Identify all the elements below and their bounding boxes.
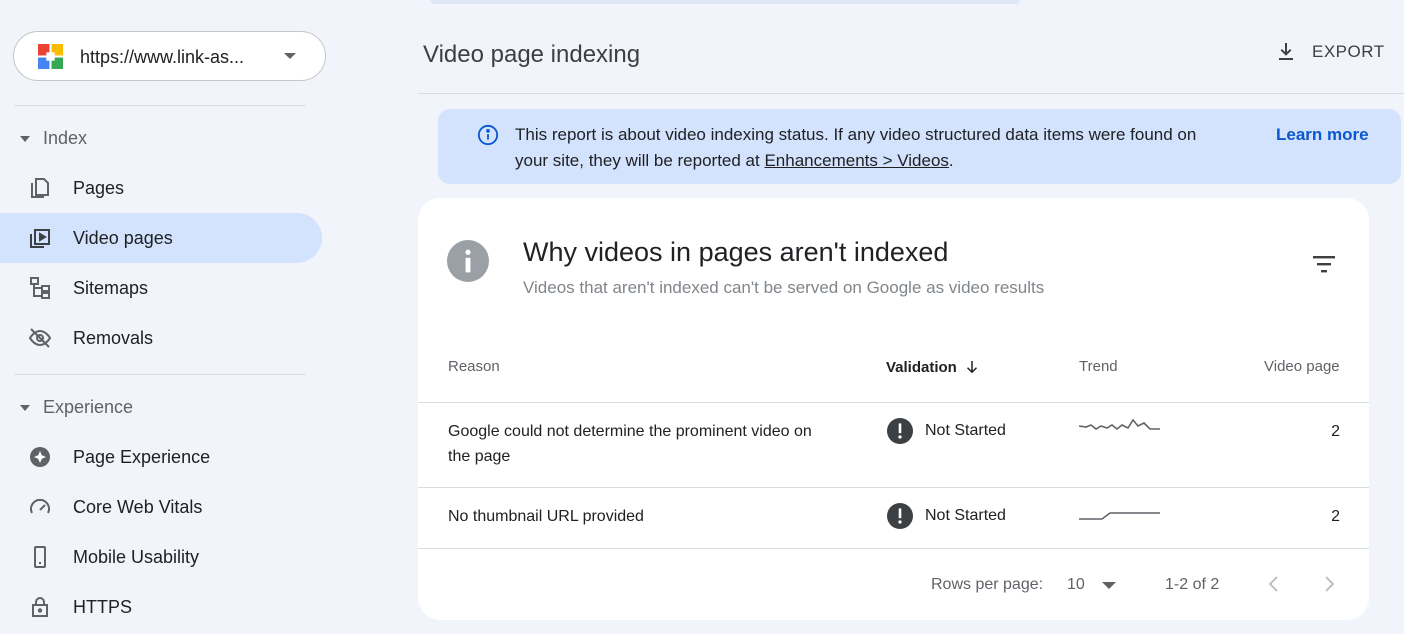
sidebar-item-label: HTTPS [73, 597, 133, 617]
trend-sparkline [1078, 418, 1160, 431]
sitemaps-icon [30, 277, 50, 299]
row-divider [418, 402, 1369, 403]
property-url: https://www.link-as... [80, 47, 245, 67]
not-indexed-reasons-card: Why videos in pages aren't indexed Video… [418, 198, 1369, 620]
sidebar-item-video-pages[interactable]: Video pages [0, 213, 322, 263]
validation-header-label: Validation [886, 358, 957, 376]
sidebar-item-https[interactable]: HTTPS [0, 582, 322, 632]
column-header-trend[interactable]: Trend [1079, 358, 1118, 375]
top-scroll-edge [430, 0, 1020, 4]
sort-arrow-down-icon [966, 361, 977, 374]
mobile-usability-icon [34, 546, 46, 568]
trend-sparkline [1079, 512, 1160, 520]
row-divider [418, 548, 1369, 549]
export-button[interactable]: EXPORT [1274, 40, 1385, 64]
validation-status-label: Not Started [925, 422, 1006, 439]
filter-icon[interactable] [1311, 254, 1337, 274]
info-icon [477, 124, 499, 146]
rows-per-page-select[interactable]: 10 [1067, 576, 1085, 594]
page-title: Video page indexing [423, 41, 641, 68]
video-pages-icon [30, 229, 50, 248]
card-title: Why videos in pages aren't indexed [523, 237, 949, 267]
column-header-video-page[interactable]: Video page [1264, 358, 1340, 375]
table-row-reason[interactable]: No thumbnail URL provided [448, 504, 818, 529]
error-status-icon [887, 418, 913, 444]
section-label: Experience [43, 397, 134, 417]
removals-icon [28, 328, 52, 348]
sidebar-item-label: Sitemaps [73, 278, 149, 298]
sidebar-item-removals[interactable]: Removals [0, 313, 322, 363]
error-status-icon [887, 503, 913, 529]
sidebar-item-pages[interactable]: Pages [0, 163, 322, 213]
column-header-validation[interactable]: Validation [886, 358, 981, 376]
banner-text-after: . [948, 151, 954, 170]
sidebar-item-label: Page Experience [73, 447, 211, 467]
page-experience-icon [30, 447, 50, 467]
sidebar-item-sitemaps[interactable]: Sitemaps [0, 263, 322, 313]
validation-status: Not Started [887, 418, 1006, 444]
previous-page-icon[interactable] [1262, 572, 1286, 596]
column-header-reason[interactable]: Reason [448, 358, 500, 375]
section-label: Index [43, 128, 88, 148]
pagination-range: 1-2 of 2 [1165, 576, 1220, 593]
header-divider [418, 93, 1404, 94]
chevron-down-icon[interactable] [1102, 582, 1116, 589]
rows-per-page-label: Rows per page: [931, 576, 1044, 593]
sidebar-item-label: Mobile Usability [73, 547, 200, 567]
validation-status: Not Started [887, 503, 1006, 529]
core-web-vitals-icon [30, 498, 50, 514]
export-label: EXPORT [1312, 42, 1385, 61]
info-banner: This report is about video indexing stat… [438, 109, 1401, 184]
section-experience[interactable]: Experience [20, 397, 133, 418]
download-icon [1279, 43, 1293, 60]
sidebar-item-label: Video pages [73, 228, 173, 248]
collapse-arrow-icon [20, 135, 30, 142]
video-page-count: 2 [1331, 423, 1340, 440]
sidebar-item-core-web-vitals[interactable]: Core Web Vitals [0, 482, 322, 532]
pages-icon [31, 178, 49, 198]
property-selector[interactable]: https://www.link-as... [13, 31, 326, 81]
learn-more-link[interactable]: Learn more [1276, 125, 1369, 145]
section-index[interactable]: Index [20, 128, 87, 149]
banner-text: This report is about video indexing stat… [515, 122, 1215, 174]
question-icon [447, 240, 489, 282]
https-lock-icon [32, 597, 48, 617]
collapse-arrow-icon [20, 404, 30, 411]
sidebar-item-mobile-usability[interactable]: Mobile Usability [0, 532, 322, 582]
divider [14, 105, 306, 106]
row-divider [418, 487, 1369, 488]
sidebar: https://www.link-as... Index Pages Video… [0, 0, 340, 634]
card-subtitle: Videos that aren't indexed can't be serv… [523, 278, 1045, 297]
sidebar-item-label: Removals [73, 328, 154, 348]
sidebar-item-label: Core Web Vitals [73, 497, 203, 517]
divider [14, 374, 306, 375]
chevron-down-icon [284, 53, 296, 59]
enhancements-videos-link[interactable]: Enhancements > Videos [764, 151, 948, 170]
search-console-property-icon [38, 44, 63, 69]
table-row-reason[interactable]: Google could not determine the prominent… [448, 419, 818, 469]
validation-status-label: Not Started [925, 507, 1006, 524]
sidebar-item-label: Pages [73, 178, 125, 198]
next-page-icon[interactable] [1317, 572, 1341, 596]
sidebar-item-page-experience[interactable]: Page Experience [0, 432, 322, 482]
video-page-count: 2 [1331, 508, 1340, 525]
